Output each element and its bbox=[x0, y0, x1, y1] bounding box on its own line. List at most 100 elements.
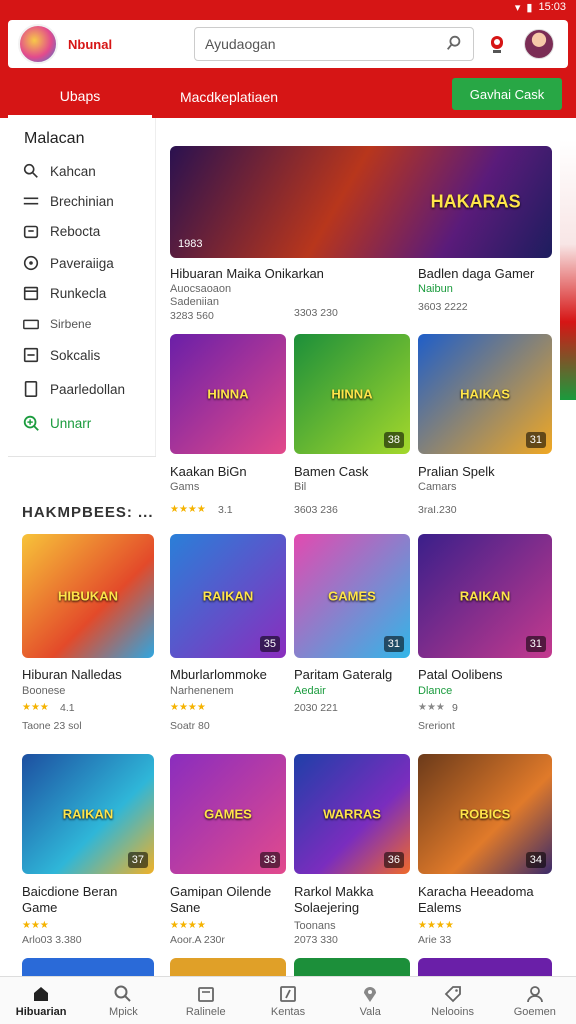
tile-badge: 31 bbox=[383, 636, 404, 652]
nav-pin[interactable]: Vala bbox=[329, 977, 411, 1024]
tab-home[interactable]: Ubaps bbox=[8, 76, 152, 118]
tag-icon bbox=[444, 985, 461, 1002]
game-tile[interactable] bbox=[22, 958, 154, 976]
home-icon bbox=[34, 986, 49, 1001]
nav-label: Vala bbox=[359, 1005, 381, 1018]
game-tile[interactable] bbox=[294, 958, 410, 976]
game-tile[interactable]: WARRAS 36 bbox=[294, 754, 410, 874]
game-title[interactable]: Hiburan Nalledas bbox=[22, 667, 122, 683]
sidebar-item-9[interactable]: Unnarr bbox=[22, 412, 91, 434]
avatar[interactable] bbox=[524, 29, 554, 59]
minus-box-icon bbox=[23, 347, 39, 363]
inbox-icon bbox=[197, 986, 214, 1002]
game-title[interactable]: Gamipan Oilende Sane bbox=[170, 884, 290, 916]
sidebar-item-7[interactable]: Sokcalis bbox=[22, 344, 100, 366]
sidebar-item-5[interactable]: Runkecla bbox=[22, 282, 106, 304]
game-tile[interactable]: HAIKAS 31 bbox=[418, 334, 552, 454]
rating-value: 9 bbox=[452, 702, 458, 714]
game-tile[interactable]: HINNA 38 bbox=[294, 334, 410, 454]
rating-stars: ★★★★ bbox=[170, 920, 206, 931]
game-tile[interactable]: ROBICS 34 bbox=[418, 754, 552, 874]
game-tile[interactable]: GAMES 31 bbox=[294, 534, 410, 658]
nav-tags[interactable]: Nelooins bbox=[411, 977, 493, 1024]
game-tile[interactable]: HIBUKAN bbox=[22, 534, 154, 658]
game-title[interactable]: Mburlarlommoke bbox=[170, 667, 267, 683]
banner-art: HAKARAS bbox=[430, 191, 521, 212]
game-title[interactable]: Baicdione Beran Game bbox=[22, 884, 150, 916]
game-title[interactable]: Rarkol Makka Solaejering bbox=[294, 884, 414, 916]
game-tile[interactable]: RAIKAN 35 bbox=[170, 534, 286, 658]
game-meta: 3raI.230 bbox=[418, 504, 457, 516]
nav-label: Goemen bbox=[513, 1005, 556, 1018]
game-tile[interactable]: GAMES 33 bbox=[170, 754, 286, 874]
sidebar-item-4[interactable]: Paveraiiga bbox=[22, 252, 114, 274]
sidebar-item-2[interactable]: Brechinian bbox=[22, 190, 114, 212]
game-tile[interactable]: RAIKAN 31 bbox=[418, 534, 552, 658]
notification-icon[interactable] bbox=[484, 31, 510, 57]
bag-icon bbox=[23, 225, 39, 239]
game-meta: Aoor.A 230r bbox=[170, 934, 225, 946]
sidebar-item-label: Sokcalis bbox=[50, 347, 101, 363]
wifi-icon: ▾ bbox=[514, 1, 521, 14]
tile-badge: 31 bbox=[525, 432, 546, 448]
featured-meta: 3283 560 bbox=[170, 310, 214, 322]
game-title[interactable]: Kaakan BiGn bbox=[170, 464, 247, 480]
app-header: Nbunal Ayudaogan bbox=[0, 14, 576, 76]
game-meta: Sreriont bbox=[418, 720, 455, 732]
tab-label: Ubaps bbox=[59, 87, 101, 104]
sidebar-item-3[interactable]: Rebocta bbox=[22, 220, 100, 242]
tab-marketplace[interactable]: Macdkeplatiaen bbox=[164, 76, 294, 118]
tile-art: GAMES bbox=[328, 588, 376, 604]
featured-title[interactable]: Badlen daga Gamer bbox=[418, 266, 558, 282]
game-sub: Bil bbox=[294, 481, 307, 493]
sidebar-item-label: Rebocta bbox=[50, 223, 101, 239]
game-meta: 2073 330 bbox=[294, 934, 338, 946]
game-tile[interactable] bbox=[418, 958, 552, 976]
featured-banner[interactable]: HAKARAS 1983 bbox=[170, 146, 552, 258]
sidebar-divider bbox=[8, 456, 156, 457]
search-icon[interactable] bbox=[445, 34, 463, 55]
battery-icon: ▮ bbox=[526, 1, 533, 14]
game-title[interactable]: Paritam Gateralg bbox=[294, 667, 392, 683]
cta-button[interactable]: Gavhai Cask bbox=[452, 78, 562, 110]
sidebar-item-8[interactable]: Paarledollan bbox=[22, 378, 125, 400]
tile-art: HIBUKAN bbox=[58, 588, 118, 604]
nav-search[interactable]: Mpick bbox=[82, 977, 164, 1024]
game-title[interactable]: Karacha Heeadoma Ealems bbox=[418, 884, 558, 916]
pin-icon bbox=[364, 986, 377, 1002]
nav-profile[interactable]: Goemen bbox=[494, 977, 576, 1024]
featured-meta: 3603 2222 bbox=[418, 301, 468, 313]
nav-edit[interactable]: Kentas bbox=[247, 977, 329, 1024]
sidebar-item-label: Brechinian bbox=[50, 193, 114, 209]
rating-value: 4.1 bbox=[60, 702, 75, 714]
featured-title[interactable]: Hibuaran Maika Onikarkan bbox=[170, 266, 370, 282]
sidebar: Malacan Kahcan Brechinian Rebocta Pavera… bbox=[8, 118, 156, 456]
game-title[interactable]: Bamen Cask bbox=[294, 464, 368, 480]
person-icon bbox=[526, 985, 543, 1002]
game-sub: Toonans bbox=[294, 920, 336, 932]
rating-stars: ★★★★ bbox=[170, 702, 206, 713]
game-meta: 2030 221 bbox=[294, 702, 338, 714]
tile-art: GAMES bbox=[204, 806, 252, 822]
sidebar-item-6[interactable]: Sirbene bbox=[22, 313, 91, 335]
search-placeholder: Ayudaogan bbox=[205, 36, 276, 52]
edge-decoration bbox=[560, 140, 576, 400]
rating-stars: ★★★★ bbox=[418, 920, 454, 931]
game-title[interactable]: Pralian Spelk bbox=[418, 464, 495, 480]
tile-art: WARRAS bbox=[323, 806, 381, 822]
nav-inbox[interactable]: Ralinele bbox=[165, 977, 247, 1024]
tile-badge: 34 bbox=[525, 852, 546, 868]
featured-sub: Auocsaoaon bbox=[170, 283, 232, 295]
game-sub: Boonese bbox=[22, 685, 66, 697]
tile-badge: 35 bbox=[259, 636, 280, 652]
game-tile[interactable]: HINNA bbox=[170, 334, 286, 454]
app-logo[interactable] bbox=[18, 24, 58, 64]
game-tile[interactable] bbox=[170, 958, 286, 976]
status-time: 15:03 bbox=[538, 1, 566, 13]
game-tile[interactable]: RAIKAN 37 bbox=[22, 754, 154, 874]
sidebar-item-1[interactable]: Kahcan bbox=[22, 160, 96, 182]
nav-home[interactable]: Hibuarian bbox=[0, 977, 82, 1024]
game-title[interactable]: Patal Oolibens bbox=[418, 667, 503, 683]
list-icon bbox=[23, 197, 39, 205]
search-input[interactable]: Ayudaogan bbox=[194, 27, 474, 61]
